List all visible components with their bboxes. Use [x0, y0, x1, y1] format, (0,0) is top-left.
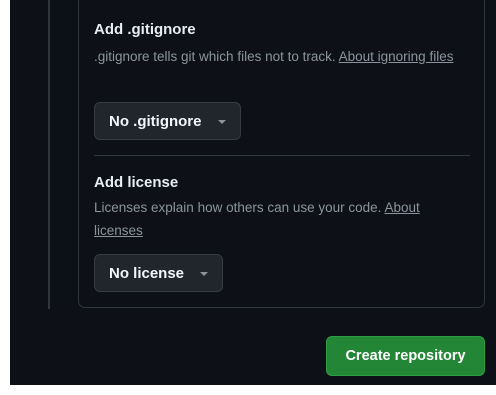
license-title: Add license [94, 174, 179, 191]
license-select[interactable]: No license [94, 254, 224, 292]
gitignore-title: Add .gitignore [94, 21, 196, 38]
license-description-text: Licenses explain how others can use your… [94, 200, 385, 215]
gitignore-description: .gitignore tells git which files not to … [94, 45, 464, 68]
page-canvas: Add .gitignore .gitignore tells git whic… [0, 0, 496, 395]
timeline-line [48, 0, 50, 309]
license-select-value: No license [109, 264, 185, 282]
gitignore-description-text: .gitignore tells git which files not to … [94, 49, 339, 64]
gitignore-template-select[interactable]: No .gitignore [94, 102, 241, 140]
gitignore-select-value: No .gitignore [109, 112, 202, 130]
section-divider [94, 155, 470, 156]
triangle-down-icon [217, 120, 226, 124]
triangle-down-icon [200, 272, 209, 276]
about-ignoring-files-link[interactable]: About ignoring files [339, 49, 454, 64]
license-description: Licenses explain how others can use your… [94, 196, 464, 242]
create-repository-button[interactable]: Create repository [326, 336, 485, 376]
